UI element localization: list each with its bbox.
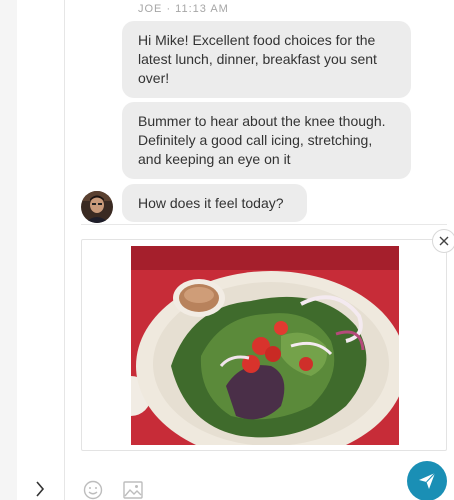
paper-plane-icon (419, 472, 436, 489)
composer-divider (81, 224, 447, 225)
message-bubble: Bummer to hear about the knee though. De… (122, 102, 411, 179)
left-strip (0, 0, 17, 500)
sidebar (17, 0, 65, 500)
message-bubble: Hi Mike! Excellent food choices for the … (122, 21, 411, 98)
message-composer[interactable] (81, 239, 447, 451)
image-icon (123, 481, 143, 499)
emoji-button[interactable] (82, 479, 104, 500)
expand-sidebar-button[interactable] (28, 478, 52, 500)
message-meta: JOE · 11:13 AM (138, 3, 229, 15)
attached-photo (131, 246, 399, 445)
avatar[interactable] (81, 191, 113, 223)
remove-attachment-button[interactable] (432, 229, 454, 253)
chevron-right-icon (36, 481, 45, 497)
close-icon (439, 236, 449, 246)
message-bubble: How does it feel today? (122, 184, 307, 222)
send-button[interactable] (407, 461, 447, 500)
smiley-icon (83, 480, 103, 500)
attach-image-button[interactable] (122, 479, 144, 500)
chat-app: JOE · 11:13 AM Hi Mike! Excellent food c… (0, 0, 454, 500)
